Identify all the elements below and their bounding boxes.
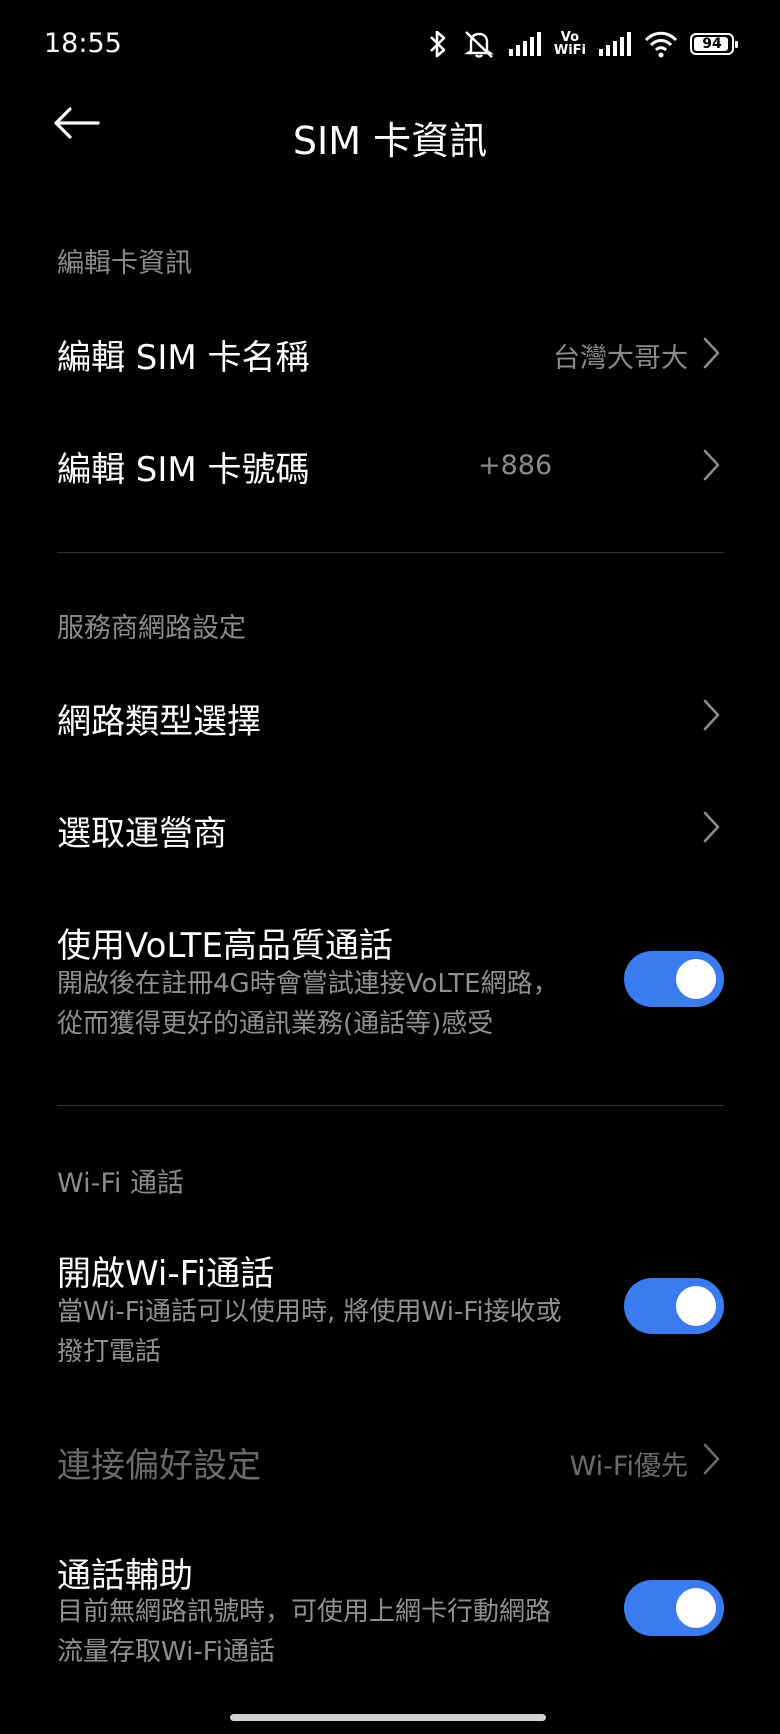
signal-icon-2 <box>599 32 631 56</box>
battery-icon: 94 <box>690 33 738 55</box>
signal-icon <box>508 32 541 56</box>
volte-label: 使用VoLTE高品質通話 <box>57 926 393 966</box>
call-assist-label: 通話輔助 <box>57 1556 193 1596</box>
divider <box>57 1105 724 1106</box>
wifi-calling-label: 開啟Wi-Fi通話 <box>57 1254 275 1294</box>
section-header-edit-card: 編輯卡資訊 <box>57 248 192 279</box>
status-time: 18:55 <box>44 28 122 59</box>
bluetooth-icon <box>429 30 446 58</box>
edit-sim-number-value: +886 <box>478 450 553 481</box>
toggle-knob <box>676 1286 716 1326</box>
edit-sim-name-label: 編輯 SIM 卡名稱 <box>57 338 310 378</box>
section-header-wifi-calling: Wi-Fi 通話 <box>57 1168 184 1199</box>
wifi-calling-desc-line: 撥打電話 <box>57 1337 162 1367</box>
status-icons: Vo WiFi 94 <box>426 26 738 62</box>
vowifi-bottom-text: WiFi <box>553 43 586 58</box>
connection-preference-value: Wi-Fi優先 <box>569 1451 688 1482</box>
vowifi-indicator: Vo WiFi <box>554 31 586 57</box>
call-assist-toggle[interactable] <box>624 1580 724 1636</box>
divider <box>57 552 724 553</box>
network-type-label: 網路類型選擇 <box>57 702 261 742</box>
wifi-calling-desc-line: 當Wi-Fi通話可以使用時, 將使用Wi-Fi接收或 <box>57 1297 562 1327</box>
volte-desc-line: 從而獲得更好的通訊業務(通話等)感受 <box>57 1009 494 1039</box>
edit-sim-name-value: 台灣大哥大 <box>553 343 688 374</box>
page-title: SIM 卡資訊 <box>292 119 488 163</box>
wifi-calling-toggle[interactable] <box>624 1278 724 1334</box>
chevron-right-icon <box>703 449 720 481</box>
battery-percent: 94 <box>702 36 722 52</box>
call-assist-desc-line: 流量存取Wi-Fi通話 <box>57 1637 276 1667</box>
edit-sim-number-label: 編輯 SIM 卡號碼 <box>57 450 310 490</box>
call-assist-desc-line: 目前無網路訊號時，可使用上網卡行動網路 <box>57 1597 552 1627</box>
toggle-knob <box>676 959 716 999</box>
connection-preference-label: 連接偏好設定 <box>57 1446 261 1486</box>
mute-bell-icon <box>463 31 494 58</box>
section-header-network: 服務商網路設定 <box>57 613 246 644</box>
toggle-knob <box>676 1588 716 1628</box>
volte-toggle[interactable] <box>624 951 724 1007</box>
home-indicator[interactable] <box>230 1714 546 1721</box>
volte-description: 開啟後在註冊4G時會嘗試連接VoLTE網路， 從而獲得更好的通訊業務(通話等)感… <box>57 964 597 1044</box>
wifi-icon <box>644 31 678 58</box>
wifi-calling-description: 當Wi-Fi通話可以使用時, 將使用Wi-Fi接收或 撥打電話 <box>57 1292 597 1372</box>
chevron-right-icon <box>703 699 720 731</box>
volte-desc-line: 開啟後在註冊4G時會嘗試連接VoLTE網路， <box>57 969 559 999</box>
select-operator-label: 選取運營商 <box>57 814 227 854</box>
chevron-right-icon <box>703 337 720 369</box>
chevron-right-icon <box>703 1443 720 1475</box>
call-assist-description: 目前無網路訊號時，可使用上網卡行動網路 流量存取Wi-Fi通話 <box>57 1592 597 1672</box>
chevron-right-icon <box>703 811 720 843</box>
